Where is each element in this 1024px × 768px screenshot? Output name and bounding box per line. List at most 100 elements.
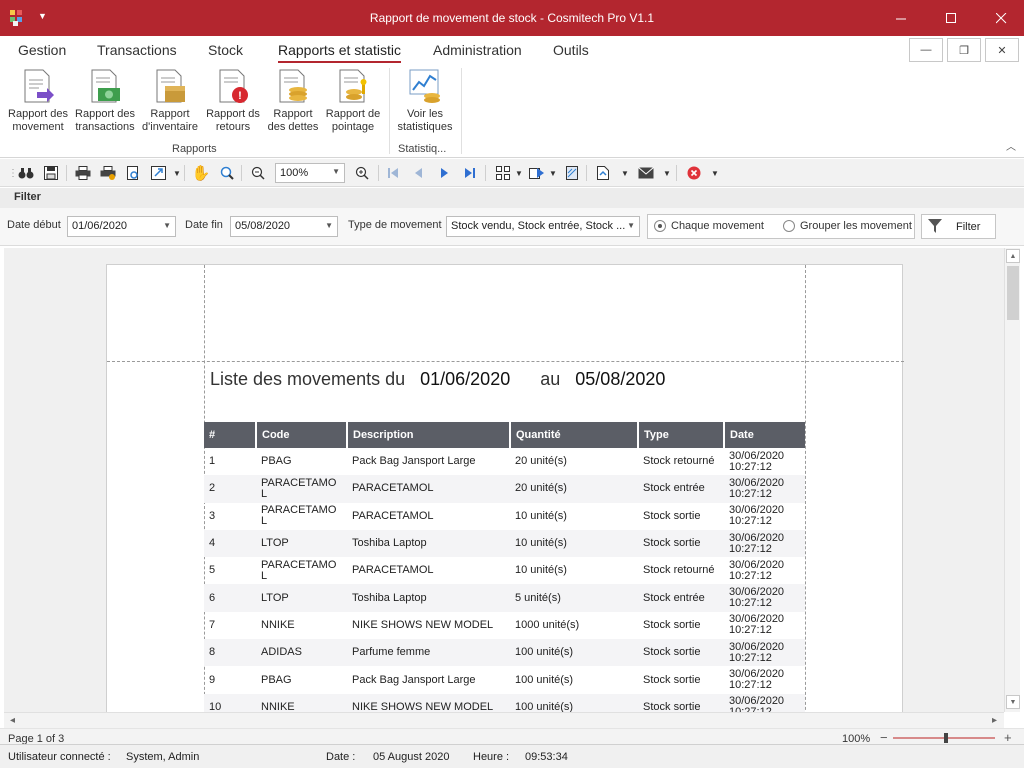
date-debut-field[interactable]: 01/06/2020 ▼ [67,216,176,237]
status-bar: Utilisateur connecté : System, Admin Dat… [0,744,1024,768]
multiple-pages-dropdown-icon[interactable]: ▼ [510,164,528,182]
scroll-right-icon[interactable]: ▸ [992,715,997,726]
close-icon: ✕ [997,44,1007,57]
date-debut-value: 01/06/2020 [72,220,128,232]
movements-table: # Code Description Quantité Type Date 1 P… [204,422,805,712]
vertical-scrollbar[interactable]: ▲ ▼ [1004,248,1020,712]
tab-outils[interactable]: Outils [553,42,589,58]
tab-administration[interactable]: Administration [433,42,522,58]
voir-statistiques-button[interactable]: Voir les statistiques [392,68,458,134]
rapport-transactions-button[interactable]: Rapport des transactions [72,68,138,134]
collapse-ribbon-icon[interactable]: ︿ [1006,138,1016,153]
next-page-icon[interactable] [436,164,454,182]
close-button[interactable] [978,0,1024,36]
send-email-icon[interactable] [637,164,655,182]
chevron-down-icon: ▼ [163,221,171,230]
save-icon[interactable] [42,164,60,182]
status-time-label: Heure : [473,751,510,763]
filter-button[interactable]: Filter [921,214,996,239]
radio-grouper-movement[interactable]: Grouper les movement [783,220,912,232]
margin-guide [805,265,806,712]
scroll-thumb[interactable] [1007,266,1019,320]
page-setup-icon[interactable] [124,164,142,182]
cell-number: 2 [204,475,256,503]
report-preview-area[interactable]: Liste des movements du 01/06/2020 au 05/… [4,248,1004,712]
tab-gestion[interactable]: Gestion [18,42,66,58]
rapport-movement-button[interactable]: Rapport des movement [5,68,71,134]
status-date: 05 August 2020 [373,751,450,763]
cell-quantite: 20 unité(s) [515,455,567,468]
scroll-left-icon[interactable]: ◂ [10,715,15,726]
tab-stock[interactable]: Stock [208,42,243,58]
rapport-pointage-button[interactable]: Rapport de pointage [320,68,386,134]
scroll-down-icon[interactable]: ▼ [1006,695,1020,709]
chevron-down-icon: ▼ [332,167,340,176]
table-row: 9 PBAG Pack Bag Jansport Large 100 unité(s)… [204,666,805,693]
funnel-icon [928,219,942,233]
zoom-plus-icon[interactable]: + [1004,730,1012,745]
cell-quantite: 100 unité(s) [515,673,574,686]
filter-row: Date début 01/06/2020 ▼ Date fin 05/08/2… [0,208,1024,246]
maximize-button[interactable] [928,0,974,36]
watermark-icon[interactable] [563,164,581,182]
cell-number: 5 [209,564,216,577]
quick-print-icon[interactable] [99,164,117,182]
previous-page-icon[interactable] [409,164,427,182]
report-debts-icon [279,69,307,103]
cell-description: Parfume femme [347,639,510,667]
date-fin-field[interactable]: 05/08/2020 ▼ [230,216,338,237]
radio-chaque-movement[interactable]: Chaque movement [654,220,764,232]
export-dropdown-icon[interactable]: ▼ [616,164,634,182]
zoom-in-icon[interactable] [353,164,371,182]
filter-panel-header[interactable]: Filter [0,188,1024,208]
rapport-retours-button[interactable]: ! Rapport ds retours [200,68,266,134]
mdi-close-button[interactable]: ✕ [985,38,1019,62]
magnifier-icon[interactable] [218,164,236,182]
minimize-button[interactable] [878,0,924,36]
rapport-dettes-button[interactable]: Rapport des dettes [260,68,326,134]
cell-code: NNIKE [256,693,347,712]
tab-transactions[interactable]: Transactions [97,42,177,58]
report-date-to: 05/08/2020 [575,369,666,389]
last-page-icon[interactable] [461,164,479,182]
tab-rapports[interactable]: Rapports et statistic [278,42,401,63]
scale-icon[interactable] [150,164,168,182]
send-email-dropdown-icon[interactable]: ▼ [658,164,676,182]
hand-tool-icon[interactable]: ✋ [192,164,211,182]
status-time: 09:53:34 [525,751,568,763]
zoom-minus-icon[interactable]: − [880,730,888,745]
cell-description: PARACETAMOL [347,475,510,503]
type-movement-field[interactable]: Stock vendu, Stock entrée, Stock ... ▼ [446,216,640,237]
cell-code: PBAG [261,673,292,686]
print-icon[interactable] [74,164,92,182]
zoom-combo[interactable]: 100% ▼ [275,163,345,183]
ribbon-tabs: Gestion Transactions Stock Rapports et s… [0,36,1024,64]
toolbar-separator [586,165,587,181]
restore-icon: ❐ [959,44,969,57]
horizontal-scrollbar[interactable]: ◂ ▸ [4,712,1004,728]
rapport-inventaire-button[interactable]: Rapport d'inventaire [137,68,203,134]
group-separator [461,68,462,154]
radio-chaque-label: Chaque movement [671,220,764,232]
scroll-up-icon[interactable]: ▲ [1006,249,1020,263]
chevron-down-icon: ▼ [627,221,635,230]
mdi-minimize-button[interactable]: — [909,38,943,62]
mdi-restore-button[interactable]: ❐ [947,38,981,62]
type-movement-label: Type de movement [348,219,442,231]
table-row: 3 PARACETAMOL PARACETAMOL 10 unité(s) Stock … [204,503,805,530]
group-separator [389,68,390,154]
radio-unchecked-icon [783,220,795,232]
find-icon[interactable] [17,164,35,182]
close-preview-icon[interactable] [685,164,703,182]
chevron-down-icon: ▼ [325,221,333,230]
first-page-icon[interactable] [384,164,402,182]
background-dropdown-icon[interactable]: ▼ [544,164,562,182]
zoom-slider-thumb[interactable] [944,733,948,743]
zoom-out-icon[interactable] [249,164,267,182]
export-icon[interactable] [594,164,612,182]
close-preview-dropdown-icon[interactable]: ▼ [706,164,724,182]
cell-type: Stock retourné [643,564,715,577]
cell-number: 6 [204,584,256,612]
cell-quantite: 1000 unité(s) [515,618,580,631]
cell-code: LTOP [256,584,347,612]
